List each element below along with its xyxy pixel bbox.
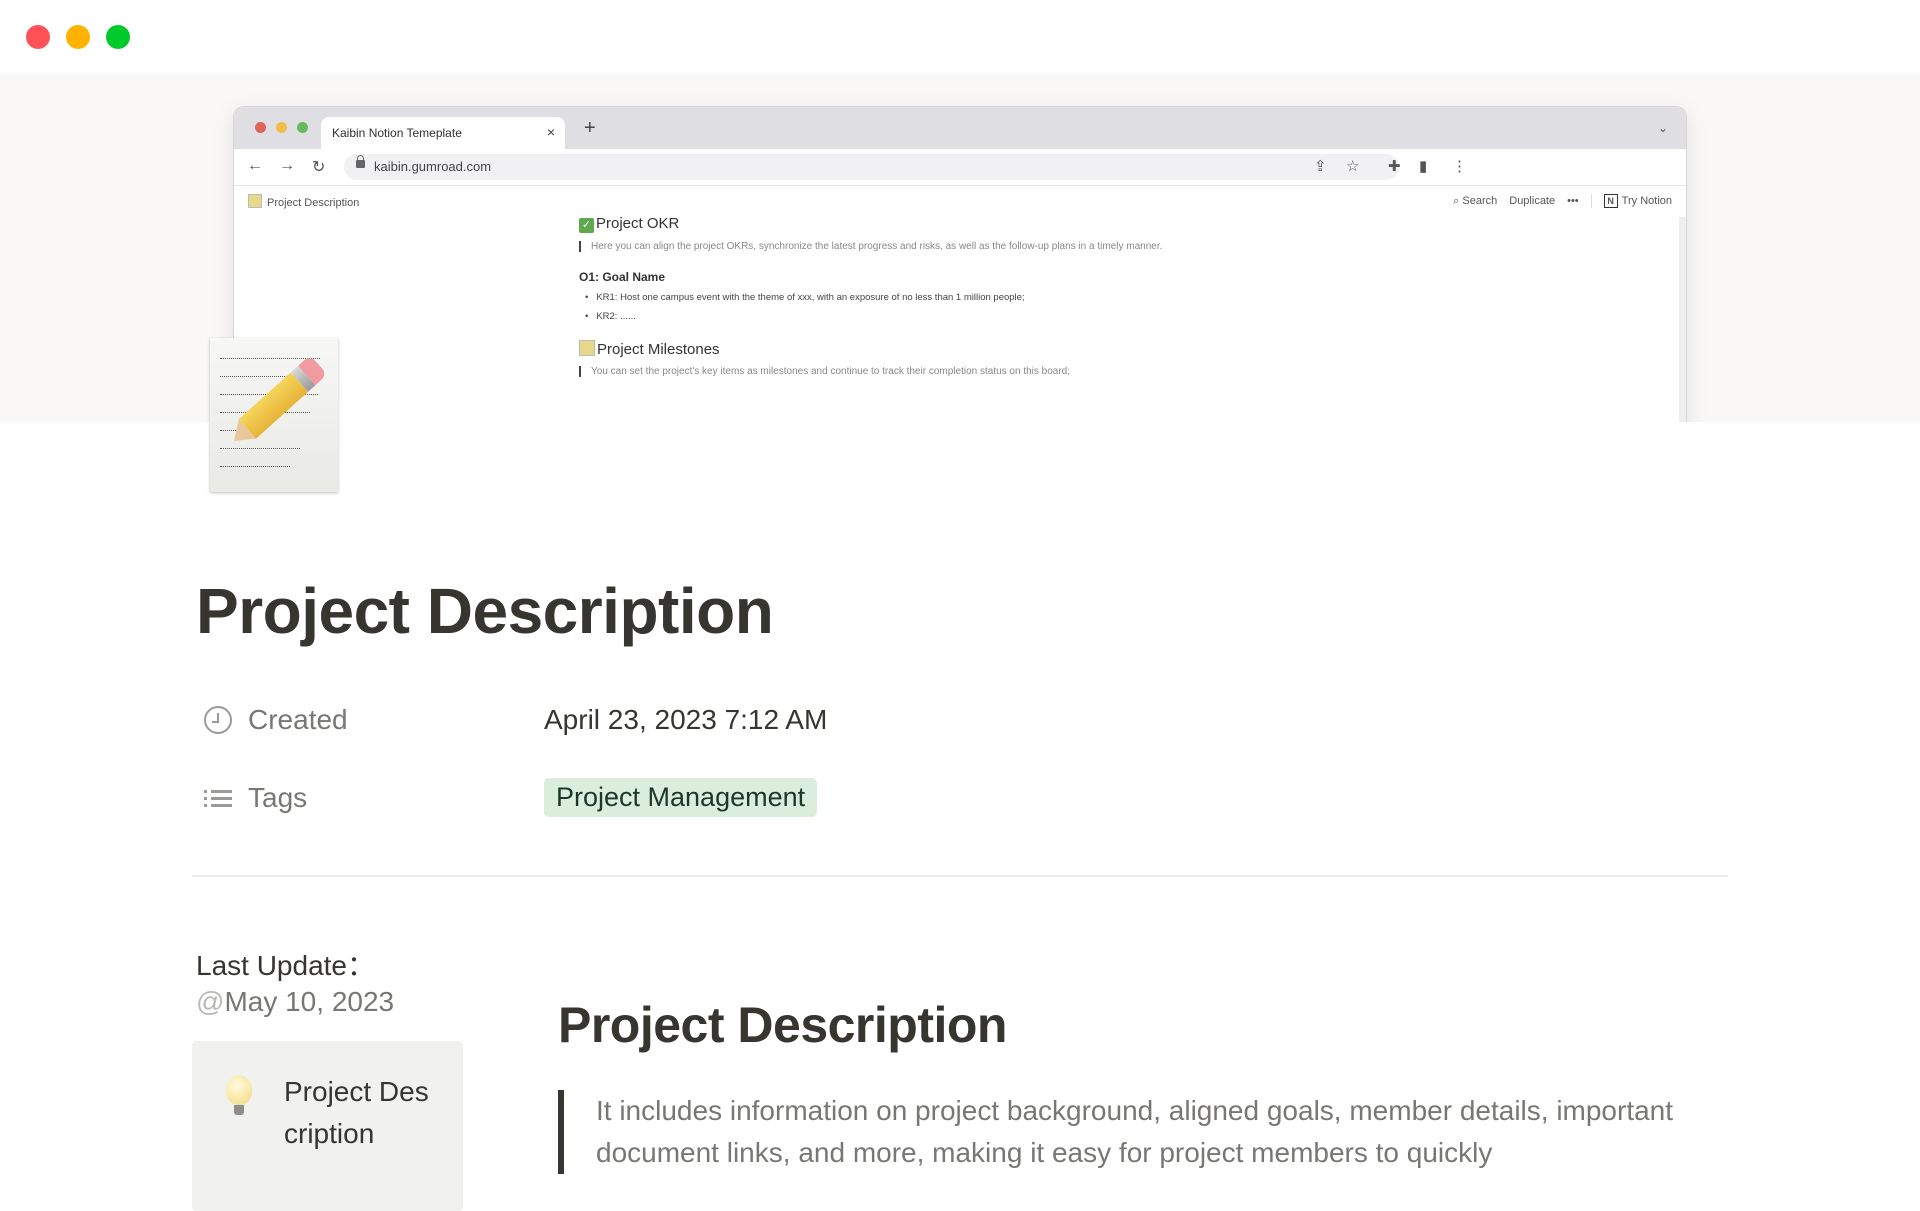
- browser-minimize-dot: [276, 122, 287, 133]
- window-close-button[interactable]: [26, 25, 50, 49]
- list-icon: [204, 784, 232, 812]
- property-tags[interactable]: Tags Project Management: [204, 778, 1004, 818]
- window-zoom-button[interactable]: [106, 25, 130, 49]
- chevron-down-icon: ⌄: [1657, 121, 1668, 135]
- list-dot: [204, 790, 207, 793]
- browser-tab-title: Kaibin Notion Temeplate: [332, 126, 462, 140]
- breadcrumb-label: Project Description: [267, 197, 360, 209]
- kr-item: KR2: ......: [585, 311, 1479, 322]
- browser-close-dot: [255, 122, 266, 133]
- check-icon: ✓: [579, 218, 594, 233]
- reload-icon: ↻: [312, 159, 326, 176]
- page-title: Project Description: [196, 575, 774, 647]
- kebab-menu-icon: ⋮: [1452, 158, 1467, 175]
- notion-header-actions: ⌕ Search Duplicate ••• N Try Notion: [1453, 194, 1672, 208]
- milestones-quote: You can set the project's key items as m…: [579, 366, 1479, 377]
- close-icon: ×: [546, 124, 555, 140]
- window-titlebar: [0, 0, 1920, 74]
- property-created[interactable]: Created April 23, 2023 7:12 AM: [204, 700, 1004, 740]
- browser-tab-bar: Kaibin Notion Temeplate × + ⌄: [234, 107, 1686, 149]
- list-line: [211, 804, 232, 807]
- cover-browser-screenshot: Kaibin Notion Temeplate × + ⌄ ← → ↻ kaib…: [234, 107, 1686, 422]
- lightbulb-icon: [226, 1075, 252, 1115]
- last-update-date[interactable]: @May 10, 2023: [196, 986, 394, 1018]
- milestones-heading: Project Milestones: [579, 340, 1479, 358]
- forward-arrow-icon: →: [279, 157, 295, 174]
- notion-preview-content: ✓ Project OKR Here you can align the proj…: [579, 215, 1479, 377]
- kr-item: KR1: Host one campus event with the them…: [585, 292, 1479, 303]
- section-quote: It includes information on project backg…: [558, 1090, 1746, 1174]
- list-dot: [204, 797, 207, 800]
- header-separator: [1590, 194, 1592, 208]
- side-panel-icon: ▮: [1419, 158, 1428, 175]
- tag-badge[interactable]: Project Management: [544, 778, 818, 817]
- list-line: [211, 790, 232, 793]
- property-label: Tags: [248, 782, 308, 813]
- back-arrow-icon: ←: [247, 157, 263, 174]
- browser-zoom-dot: [297, 122, 308, 133]
- notion-breadcrumb: Project Description: [248, 194, 359, 209]
- okr-quote: Here you can align the project OKRs, syn…: [579, 241, 1479, 252]
- okr-heading: ✓ Project OKR: [579, 215, 1479, 233]
- mention-at: @: [196, 986, 225, 1017]
- divider: [192, 875, 1728, 877]
- list-line: [211, 797, 232, 800]
- list-dot: [204, 804, 207, 807]
- star-icon: ☆: [1346, 158, 1360, 175]
- window-minimize-button[interactable]: [66, 25, 90, 49]
- handwriting-line: [220, 466, 290, 468]
- date-mention: May 10, 2023: [224, 986, 395, 1017]
- lock-icon: [356, 155, 365, 168]
- notion-search: ⌕ Search: [1453, 194, 1498, 207]
- callout-block[interactable]: Project Description: [192, 1041, 463, 1211]
- notion-header: Project Description ⌕ Search Duplicate •…: [234, 186, 1686, 216]
- last-update-label: Last Update：: [196, 950, 375, 981]
- goal-heading: O1: Goal Name: [579, 270, 666, 284]
- memo-icon: [579, 340, 595, 356]
- notion-duplicate: Duplicate: [1509, 195, 1556, 207]
- milestones-heading-text: Project Milestones: [597, 341, 720, 358]
- share-icon: ⇪: [1314, 158, 1327, 175]
- clock-icon: [204, 706, 232, 734]
- browser-url: kaibin.gumroad.com: [374, 159, 492, 174]
- property-value: April 23, 2023 7:12 AM: [544, 704, 828, 735]
- memo-icon: [248, 194, 262, 208]
- more-icon: •••: [1567, 195, 1579, 207]
- plus-icon: +: [584, 117, 596, 139]
- okr-heading-text: Project OKR: [596, 215, 680, 232]
- extensions-puzzle-icon: ✚: [1388, 158, 1401, 175]
- browser-address-bar: kaibin.gumroad.com: [344, 154, 1399, 180]
- notion-logo-icon: N: [1603, 194, 1618, 208]
- memo-pencil-icon[interactable]: [210, 338, 342, 494]
- property-label: Created: [248, 704, 348, 735]
- callout-text: Project Description: [284, 1076, 429, 1149]
- try-notion-label: Try Notion: [1621, 195, 1672, 207]
- section-heading: Project Description: [558, 997, 1007, 1053]
- handwriting-line: [220, 448, 300, 450]
- notion-scrollbar: [1679, 217, 1686, 422]
- notion-try: N Try Notion: [1603, 194, 1672, 208]
- browser-toolbar: ← → ↻ kaibin.gumroad.com ⇪ ☆ ✚ ▮ ⋮: [234, 149, 1686, 186]
- browser-tab: Kaibin Notion Temeplate ×: [321, 117, 565, 149]
